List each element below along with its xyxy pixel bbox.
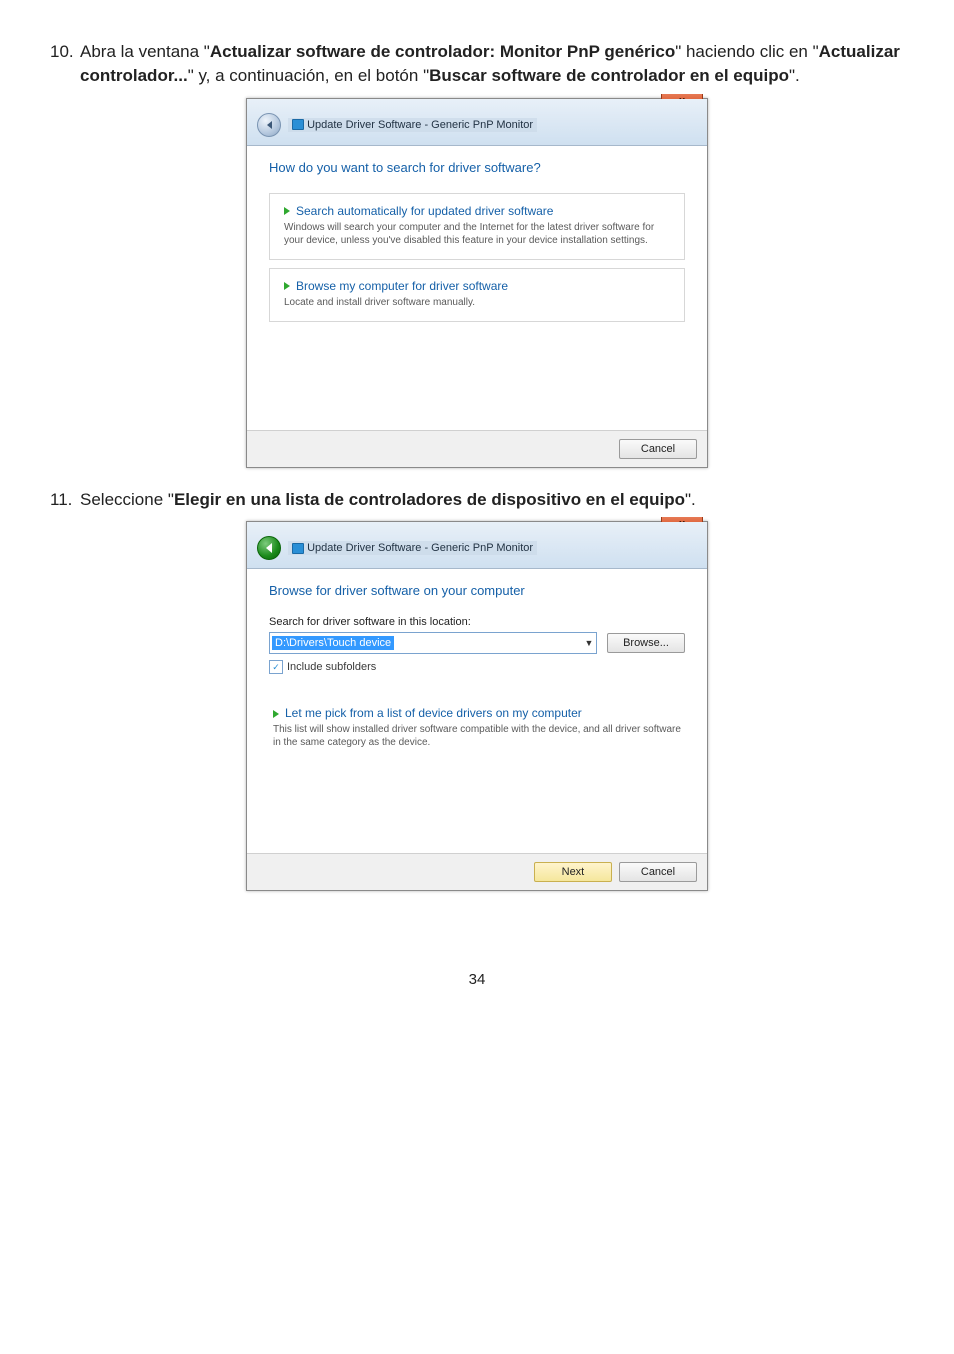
step-number: 10. [50,40,80,88]
t: Abra la ventana " [80,42,210,61]
t: Browse my computer for driver software [296,279,508,293]
option-title: Browse my computer for driver software [284,279,670,293]
t: " y, a continuación, en el botón " [188,66,429,85]
checkbox-icon[interactable]: ✓ [269,660,283,674]
page-number: 34 [50,971,904,988]
b: Actualizar software de controlador: Moni… [210,42,675,61]
dialog-header: Update Driver Software - Generic PnP Mon… [247,99,707,146]
step-11: 11. Seleccione "Elegir en una lista de c… [50,488,904,512]
step-number: 11. [50,488,80,512]
dialog-footer: Next Cancel [247,853,707,890]
step-10: 10. Abra la ventana "Actualizar software… [50,40,904,88]
dialog1-wrap: x Update Driver Software - Generic PnP M… [50,98,904,468]
path-value: D:\Drivers\Touch device [272,636,394,650]
cancel-button[interactable]: Cancel [619,439,697,459]
dialog-body: How do you want to search for driver sof… [247,146,707,430]
dialog-title: Update Driver Software - Generic PnP Mon… [288,118,537,132]
dialog2: x Update Driver Software - Generic PnP M… [246,521,708,891]
option-desc: Locate and install driver software manua… [284,296,670,309]
arrow-icon [273,710,281,718]
dialog1: x Update Driver Software - Generic PnP M… [246,98,708,468]
option-browse-computer[interactable]: Browse my computer for driver software L… [269,268,685,322]
t: " haciendo clic en " [675,42,818,61]
t: Let me pick from a list of device driver… [285,706,582,720]
browse-button[interactable]: Browse... [607,633,685,653]
title-text: Update Driver Software - Generic PnP Mon… [307,542,533,554]
dialog-heading: How do you want to search for driver sof… [269,160,685,175]
t: Search automatically for updated driver … [296,204,553,218]
cancel-button[interactable]: Cancel [619,862,697,882]
t: Seleccione " [80,490,174,509]
back-button[interactable] [257,536,281,560]
include-label: Include subfolders [287,661,376,673]
step-text: Seleccione "Elegir en una lista de contr… [80,488,904,512]
option-search-auto[interactable]: Search automatically for updated driver … [269,193,685,260]
arrow-icon [284,207,292,215]
dialog-header: Update Driver Software - Generic PnP Mon… [247,522,707,569]
t: ". [685,490,696,509]
dialog-footer: Cancel [247,430,707,467]
include-subfolders-row[interactable]: ✓ Include subfolders [269,660,685,674]
option-desc: This list will show installed driver sof… [273,723,681,749]
monitor-icon [292,119,304,130]
search-location-label: Search for driver software in this locat… [269,616,685,628]
b: Elegir en una lista de controladores de … [174,490,685,509]
option-title: Search automatically for updated driver … [284,204,670,218]
path-row: D:\Drivers\Touch device ▼ Browse... [269,632,685,654]
dialog2-wrap: x Update Driver Software - Generic PnP M… [50,521,904,891]
step-text: Abra la ventana "Actualizar software de … [80,40,904,88]
dialog-heading: Browse for driver software on your compu… [269,583,685,598]
arrow-icon [284,282,292,290]
option-desc: Windows will search your computer and th… [284,221,670,247]
option-title: Let me pick from a list of device driver… [273,706,681,720]
title-text: Update Driver Software - Generic PnP Mon… [307,119,533,131]
b: Buscar software de controlador en el equ… [429,66,789,85]
t: ". [789,66,800,85]
dialog-title: Update Driver Software - Generic PnP Mon… [288,541,537,555]
next-button[interactable]: Next [534,862,612,882]
dialog-body: Browse for driver software on your compu… [247,569,707,853]
back-button[interactable] [257,113,281,137]
chevron-down-icon[interactable]: ▼ [582,638,596,648]
monitor-icon [292,543,304,554]
option-pick-from-list[interactable]: Let me pick from a list of device driver… [269,704,685,757]
path-combobox[interactable]: D:\Drivers\Touch device ▼ [269,632,597,654]
